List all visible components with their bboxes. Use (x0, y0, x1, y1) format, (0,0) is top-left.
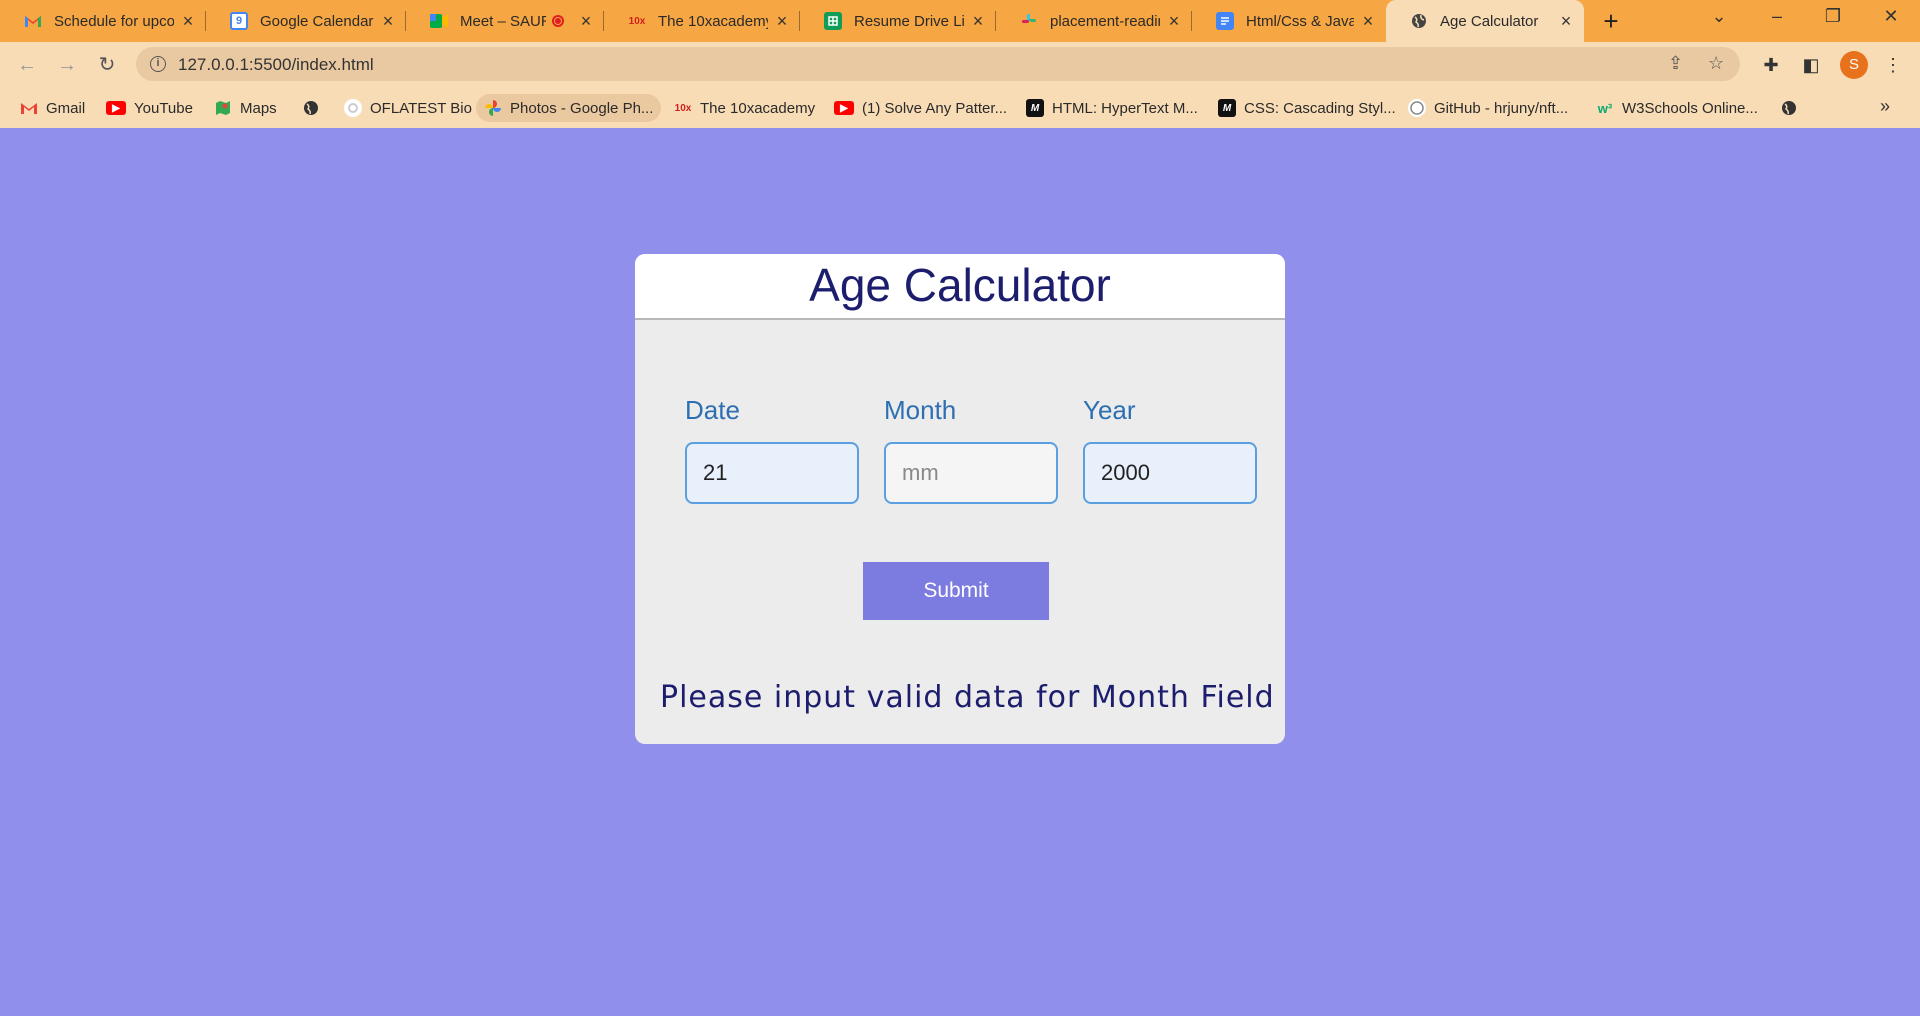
bookmark-google-photos[interactable]: Photos - Google Ph... (476, 94, 662, 122)
photos-icon (484, 99, 502, 117)
close-tab-icon[interactable]: × (380, 11, 396, 31)
docs-icon (1216, 12, 1234, 30)
profile-avatar[interactable]: S (1840, 51, 1868, 79)
close-tab-icon[interactable]: × (578, 11, 594, 31)
close-tab-icon[interactable]: × (970, 11, 986, 31)
bookmarks-overflow-icon[interactable]: » (1880, 96, 1890, 117)
page-title: Age Calculator (809, 259, 1111, 311)
bookmark-mdn-css[interactable]: M CSS: Cascading Styl... (1218, 94, 1396, 122)
close-tab-icon[interactable]: × (774, 11, 790, 31)
url-text[interactable]: 127.0.0.1:5500/index.html (178, 55, 374, 75)
month-field-group: Month (884, 395, 1058, 504)
tab-age-calculator[interactable]: Age Calculator × (1386, 0, 1584, 42)
year-input[interactable] (1083, 442, 1257, 504)
extensions-icon[interactable]: ✚ (1758, 52, 1784, 78)
slack-icon (1020, 12, 1038, 30)
bookmark-github[interactable]: GitHub - hrjuny/nft... (1408, 94, 1568, 122)
bookmark-globe[interactable] (302, 94, 328, 122)
close-tab-icon[interactable]: × (1558, 11, 1574, 31)
bookmark-10xacademy[interactable]: 10x The 10xacademy (674, 94, 815, 122)
month-label: Month (884, 395, 957, 425)
bookmark-w3schools[interactable]: w³ W3Schools Online... (1596, 94, 1758, 122)
browser-toolbar: ← → ↻ i 127.0.0.1:5500/index.html ⇪ ☆ ✚ … (0, 42, 1920, 88)
tab-html-css-js[interactable]: Html/Css & JavaS × (1192, 0, 1386, 42)
date-fields: Date Month Year (685, 395, 1265, 515)
calendar-icon: 9 (230, 12, 248, 30)
bookmarks-bar: Gmail ▶ YouTube Maps OFLATEST Bio Photos… (0, 88, 1920, 128)
sheets-icon (824, 12, 842, 30)
tab-resume-drive[interactable]: Resume Drive Lin × (800, 0, 996, 42)
tab-gmail[interactable]: Schedule for upco × (0, 0, 206, 42)
recording-icon (552, 15, 564, 27)
bookmark-star-icon[interactable]: ☆ (1708, 53, 1724, 74)
10x-icon: 10x (674, 102, 692, 114)
submit-button[interactable]: Submit (863, 562, 1049, 620)
maps-icon (214, 99, 232, 117)
restore-button[interactable]: ❐ (1818, 6, 1848, 36)
back-button[interactable]: ← (14, 52, 40, 78)
tab-search-chevron-icon[interactable]: ⌄ (1704, 6, 1734, 36)
share-icon[interactable]: ⇪ (1668, 53, 1683, 74)
month-input[interactable] (884, 442, 1058, 504)
minimize-button[interactable]: – (1762, 6, 1792, 36)
globe-icon (302, 99, 320, 117)
globe-icon (1780, 99, 1798, 117)
bookmark-mdn-html[interactable]: M HTML: HyperText M... (1026, 94, 1198, 122)
close-tab-icon[interactable]: × (1360, 11, 1376, 31)
card-header: Age Calculator (635, 254, 1285, 320)
bookmark-solve-pattern[interactable]: ▶ (1) Solve Any Patter... (834, 94, 1007, 122)
mdn-icon: M (1218, 99, 1236, 117)
bookmark-oflatest[interactable]: OFLATEST Bio (344, 94, 472, 122)
menu-kebab-icon[interactable]: ⋮ (1880, 52, 1906, 78)
tab-bar: Schedule for upco × 9 Google Calendar × … (0, 0, 1920, 42)
github-icon (1408, 99, 1426, 117)
date-label: Date (685, 395, 740, 425)
tab-google-calendar[interactable]: 9 Google Calendar × (206, 0, 406, 42)
date-field-group: Date (685, 395, 859, 504)
meet-icon (430, 12, 448, 30)
tab-meet[interactable]: Meet – SAUR × (406, 0, 604, 42)
tab-10xacademy[interactable]: 10x The 10xacademy × (604, 0, 800, 42)
close-window-button[interactable]: ✕ (1876, 6, 1906, 36)
reload-button[interactable]: ↻ (94, 52, 120, 78)
youtube-icon: ▶ (834, 101, 854, 115)
mdn-icon: M (1026, 99, 1044, 117)
age-calculator-card: Age Calculator Date Month Year Submit Pl… (635, 254, 1285, 744)
bookmark-gmail[interactable]: Gmail (20, 94, 85, 122)
close-tab-icon[interactable]: × (180, 11, 196, 31)
forward-button[interactable]: → (54, 52, 80, 78)
bookmark-youtube[interactable]: ▶ YouTube (106, 94, 193, 122)
gmail-icon (20, 99, 38, 117)
globe-icon (1410, 12, 1428, 30)
w3schools-icon: w³ (1597, 100, 1613, 116)
validation-message: Please input valid data for Month Field (660, 680, 1275, 715)
gmail-icon (24, 12, 42, 30)
oflatest-icon (344, 99, 362, 117)
tab-placement-reading[interactable]: placement-readin × (996, 0, 1192, 42)
10x-icon: 10x (628, 15, 646, 27)
new-tab-button[interactable]: + (1598, 8, 1624, 34)
site-info-icon[interactable]: i (150, 56, 166, 72)
bookmark-maps[interactable]: Maps (214, 94, 277, 122)
youtube-icon: ▶ (106, 101, 126, 115)
year-label: Year (1083, 395, 1136, 425)
close-tab-icon[interactable]: × (1166, 11, 1182, 31)
date-input[interactable] (685, 442, 859, 504)
address-bar[interactable]: i 127.0.0.1:5500/index.html ⇪ ☆ (136, 47, 1740, 81)
side-panel-icon[interactable]: ◧ (1798, 52, 1824, 78)
year-field-group: Year (1083, 395, 1257, 504)
bookmark-globe-2[interactable] (1780, 94, 1806, 122)
